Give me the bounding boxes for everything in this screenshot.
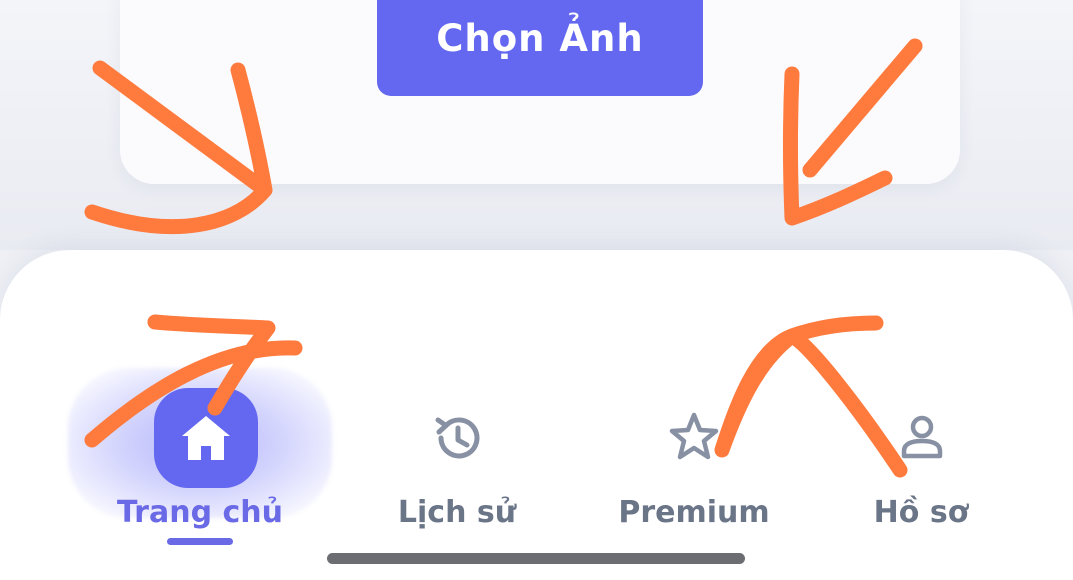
nav-item-history[interactable]: Lịch sử: [357, 250, 557, 580]
home-icon: [178, 412, 234, 464]
choose-photo-button[interactable]: Chọn Ảnh: [377, 0, 703, 96]
home-indicator-bar[interactable]: [327, 553, 745, 564]
star-icon: [667, 410, 721, 464]
nav-item-premium[interactable]: Premium: [594, 250, 794, 580]
nav-item-home-label: Trang chủ: [117, 495, 283, 530]
nav-item-profile[interactable]: Hồ sơ: [821, 250, 1021, 580]
profile-icon: [897, 412, 947, 462]
history-icon: [429, 410, 485, 466]
active-tab-indicator: [167, 538, 233, 545]
nav-item-profile-label: Hồ sơ: [873, 495, 969, 530]
bottom-navigation-bar: Trang chủ Lịch sử Premium Hồ sơ: [0, 250, 1073, 580]
nav-item-premium-label: Premium: [618, 495, 770, 530]
home-icon-badge[interactable]: [154, 388, 258, 488]
nav-item-history-label: Lịch sử: [397, 495, 517, 530]
